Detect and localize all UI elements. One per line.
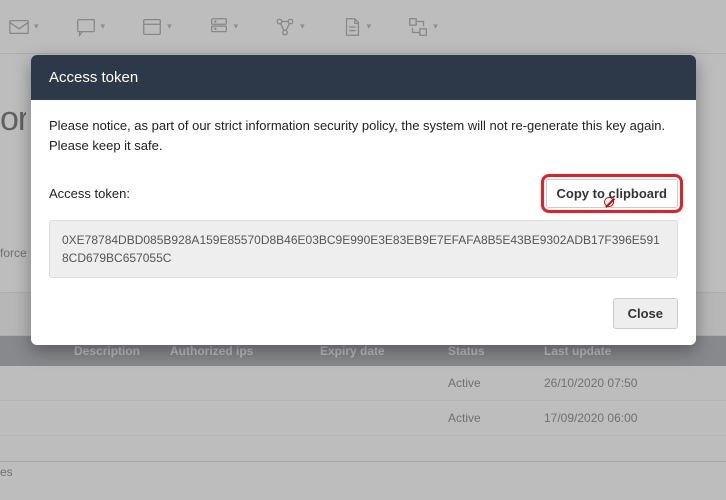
access-token-value[interactable]: 0XE78784DBD085B928A159E85570D8B46E03BC9E…: [49, 220, 678, 278]
modal-footer: Close: [31, 286, 696, 345]
not-allowed-cursor-icon: [604, 197, 614, 207]
security-notice: Please notice, as part of our strict inf…: [49, 116, 678, 155]
modal-body: Please notice, as part of our strict inf…: [31, 100, 696, 286]
access-token-label: Access token:: [49, 184, 130, 204]
modal-title: Access token: [31, 55, 696, 100]
close-button[interactable]: Close: [613, 298, 678, 329]
access-token-modal: Access token Please notice, as part of o…: [31, 55, 696, 345]
